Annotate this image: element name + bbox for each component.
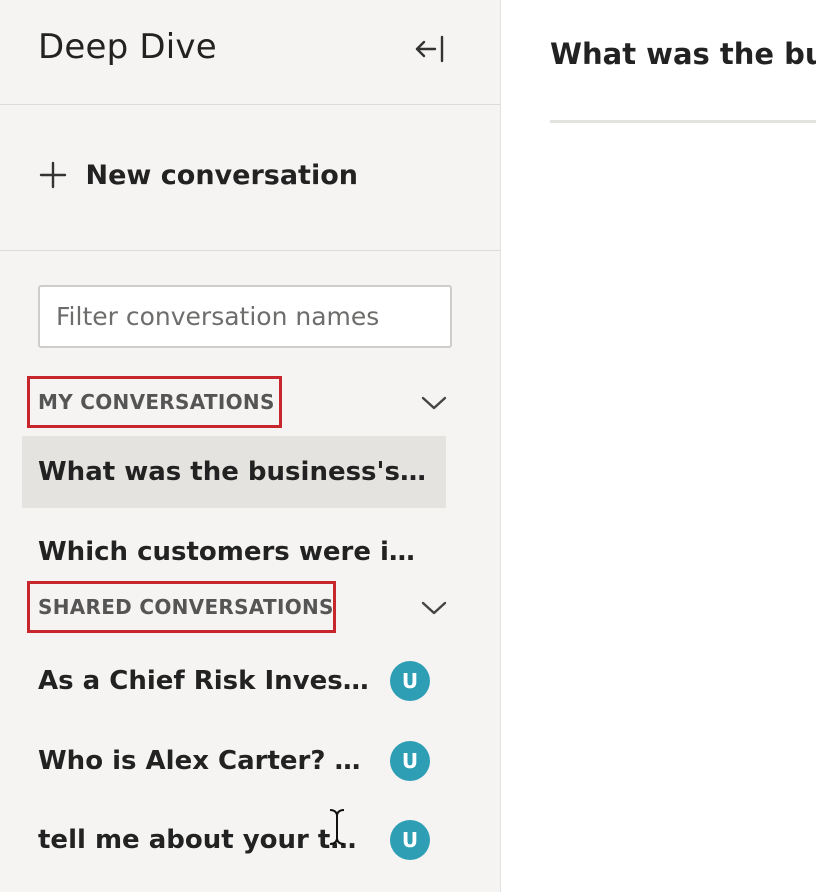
shared-conversations-header[interactable]: SHARED CONVERSATIONS bbox=[27, 581, 447, 633]
shared-conversations-highlight: SHARED CONVERSATIONS bbox=[27, 581, 336, 633]
chevron-down-icon bbox=[421, 601, 447, 615]
app-title: Deep Dive bbox=[38, 27, 217, 67]
my-conversations-toggle[interactable] bbox=[417, 386, 451, 420]
my-conversations-header[interactable]: MY CONVERSATIONS bbox=[27, 376, 447, 428]
new-conversation-label: New conversation bbox=[85, 159, 358, 191]
conversation-title: What was the business's pl… bbox=[38, 457, 430, 487]
conversation-title: Who is Alex Carter? Wh… bbox=[38, 746, 373, 776]
conversation-title: tell me about your too… bbox=[38, 825, 373, 855]
avatar: U bbox=[390, 741, 430, 781]
shared-conversations-label: SHARED CONVERSATIONS bbox=[38, 595, 334, 619]
chevron-down-icon bbox=[421, 396, 447, 410]
new-conversation-button[interactable]: New conversation bbox=[38, 153, 358, 197]
main-panel: What was the bus bbox=[501, 0, 816, 892]
collapse-left-icon bbox=[415, 35, 444, 63]
shared-conversation-item[interactable]: tell me about your too… U bbox=[22, 804, 446, 876]
conversation-title: As a Chief Risk Investig… bbox=[38, 666, 373, 696]
plus-icon bbox=[38, 158, 72, 192]
shared-conversations-toggle[interactable] bbox=[417, 591, 451, 625]
app-window: Deep Dive New conversation Filter conver… bbox=[0, 0, 816, 892]
conversation-item[interactable]: Which customers were imp… bbox=[22, 516, 446, 588]
conversation-title: Which customers were imp… bbox=[38, 537, 430, 567]
new-conversation-section: New conversation bbox=[0, 105, 500, 251]
sidebar: Deep Dive New conversation Filter conver… bbox=[0, 0, 501, 892]
sidebar-header: Deep Dive bbox=[0, 0, 500, 105]
shared-conversation-item[interactable]: As a Chief Risk Investig… U bbox=[22, 645, 446, 717]
avatar: U bbox=[390, 661, 430, 701]
filter-conversations-input[interactable] bbox=[38, 285, 452, 348]
shared-conversation-item[interactable]: Who is Alex Carter? Wh… U bbox=[22, 725, 446, 797]
conversation-item[interactable]: What was the business's pl… bbox=[22, 436, 446, 508]
heading-divider bbox=[550, 120, 816, 123]
avatar: U bbox=[390, 820, 430, 860]
my-conversations-label: MY CONVERSATIONS bbox=[38, 390, 275, 414]
collapse-sidebar-button[interactable] bbox=[406, 30, 450, 68]
my-conversations-highlight: MY CONVERSATIONS bbox=[27, 376, 282, 428]
conversation-heading: What was the bus bbox=[550, 37, 816, 71]
